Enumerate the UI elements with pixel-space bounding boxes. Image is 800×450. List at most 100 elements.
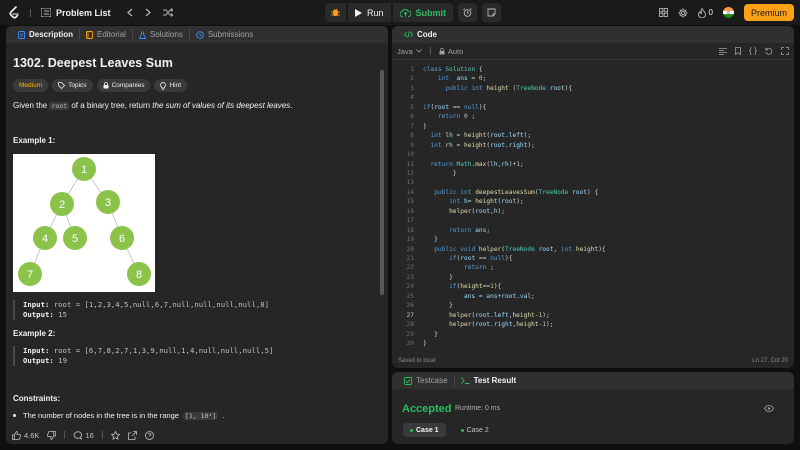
line-number: 27 [406, 311, 414, 319]
line-number: 21 [406, 255, 414, 262]
case-1-tab[interactable]: Case 1 [403, 423, 446, 437]
line-number: 28 [406, 321, 414, 329]
notes-button[interactable] [482, 3, 502, 22]
example-2-output: 19 [58, 356, 67, 365]
tab-editorial[interactable]: Editorial [80, 29, 133, 40]
difficulty-badge: Medium [13, 79, 49, 92]
help-icon[interactable] [144, 430, 154, 440]
problem-title[interactable]: 1302. Deepest Leaves Sum [13, 56, 369, 70]
auto-mode[interactable]: Auto [439, 47, 463, 56]
description-scrollbar[interactable] [380, 70, 384, 295]
tab-description[interactable]: Description [12, 29, 81, 40]
language-label: Java [397, 46, 413, 56]
constraints-heading: Constraints: [13, 394, 61, 403]
companies-badge[interactable]: Companies [96, 79, 151, 92]
example-1-input: root = [1,2,3,4,5,null,6,7,null,null,nul… [53, 300, 270, 309]
eye-icon[interactable] [764, 405, 774, 412]
line-number: 4 [410, 94, 414, 102]
constraint-code: [1, 10⁴] [182, 411, 219, 420]
code-footer: Saved to local Ln 27, Col 20 [392, 354, 794, 368]
example-1-heading: Example 1: [13, 136, 56, 145]
code-line: return 0 ; [437, 113, 476, 121]
line-number: 25 [406, 292, 414, 300]
line-number: 5 [410, 103, 414, 111]
hint-badge[interactable]: Hint [154, 79, 188, 92]
thumbs-down-icon[interactable] [47, 430, 57, 440]
run-button[interactable]: Run [348, 3, 391, 22]
star-icon[interactable] [110, 430, 120, 440]
streak-counter[interactable]: 0 [697, 7, 713, 18]
alarm-clock-icon [463, 8, 472, 17]
case-tabs: Case 1 Case 2 [403, 423, 496, 437]
tab-test-result[interactable]: Test Result [455, 375, 523, 386]
divider [429, 47, 431, 55]
leetcode-logo-icon[interactable] [8, 5, 20, 20]
code-line: if(root == null){ [449, 255, 513, 262]
problem-list-button[interactable]: Problem List [41, 8, 111, 18]
gear-icon[interactable] [678, 8, 688, 18]
chevron-right-icon[interactable] [145, 8, 151, 17]
line-number: 10 [406, 151, 414, 159]
thumbs-up-icon [12, 430, 21, 440]
submit-label: Submit [415, 7, 447, 18]
book-icon [86, 30, 93, 39]
lock-icon [103, 82, 109, 89]
premium-button[interactable]: Premium [743, 4, 794, 21]
braces-icon[interactable] [749, 47, 757, 55]
result-tabs: Testcase Test Result [392, 372, 794, 389]
debug-button[interactable] [325, 3, 346, 22]
submit-button[interactable]: Submit [392, 3, 454, 22]
code-scrollbar[interactable] [786, 64, 792, 354]
code-line: helper(root.right,height-1); [449, 321, 554, 329]
line-number: 23 [406, 273, 414, 281]
topics-badge[interactable]: Topics [52, 79, 93, 92]
tab-testcase[interactable]: Testcase [398, 375, 455, 386]
bullet-dot [13, 414, 16, 417]
share-icon[interactable] [127, 430, 137, 440]
line-number: 17 [406, 217, 414, 225]
layout-grid-icon[interactable] [658, 8, 668, 17]
code-line: } [423, 340, 427, 348]
tab-solutions[interactable]: Solutions [133, 29, 190, 40]
timer-button[interactable] [458, 3, 478, 22]
reset-icon[interactable] [765, 47, 773, 55]
code-line: } [423, 236, 438, 244]
problem-statement: Given the root of a binary tree, return … [13, 100, 369, 112]
tab-code-label: Code [417, 30, 437, 39]
shuffle-icon[interactable] [162, 8, 173, 17]
input-label: Input: [23, 300, 50, 309]
result-scrollbar[interactable] [788, 392, 792, 440]
line-number: 19 [406, 236, 414, 244]
tree-diagram: 1 2 3 4 5 6 7 8 [18, 157, 151, 286]
history-icon [196, 30, 204, 39]
tree-node-label: 6 [119, 233, 125, 245]
like-button[interactable]: 4.6K [12, 431, 39, 440]
line-number: 9 [410, 141, 414, 149]
format-icon[interactable] [719, 47, 727, 55]
code-editor[interactable]: 1 class Solution {2 int ans = 0; 3 public … [392, 64, 794, 354]
case-2-tab[interactable]: Case 2 [454, 423, 496, 437]
comments-button[interactable]: 16 [73, 431, 94, 440]
expand-icon[interactable] [781, 47, 789, 55]
line-number: 7 [410, 122, 414, 130]
tab-submissions[interactable]: Submissions [190, 29, 259, 40]
topics-label: Topics [68, 82, 87, 89]
case-label: Case 1 [416, 426, 439, 434]
avatar[interactable] [722, 7, 734, 18]
code-panel: Code Java Auto 1 class Solution {2 int an… [392, 26, 794, 368]
bookmark-icon[interactable] [735, 47, 741, 55]
constraint-end: . [222, 411, 225, 420]
auto-label: Auto [447, 46, 464, 56]
description-footer: 4.6K 16 [6, 426, 388, 444]
line-number: 3 [410, 84, 414, 92]
language-select[interactable]: Java [397, 47, 422, 56]
panel-resize-handle[interactable] [392, 369, 794, 371]
chevron-left-icon[interactable] [126, 8, 133, 17]
result-panel: Testcase Test Result Accepted Runtime: 0… [392, 372, 794, 444]
tab-code[interactable]: Code [398, 29, 443, 40]
list-icon [41, 8, 51, 17]
code-line: } [423, 330, 438, 338]
line-number: 29 [406, 330, 414, 338]
description-tabs: Description Editorial Solutions Submissi… [6, 26, 388, 43]
code-line: return Math.max(lh,rh)+1; [430, 160, 524, 168]
